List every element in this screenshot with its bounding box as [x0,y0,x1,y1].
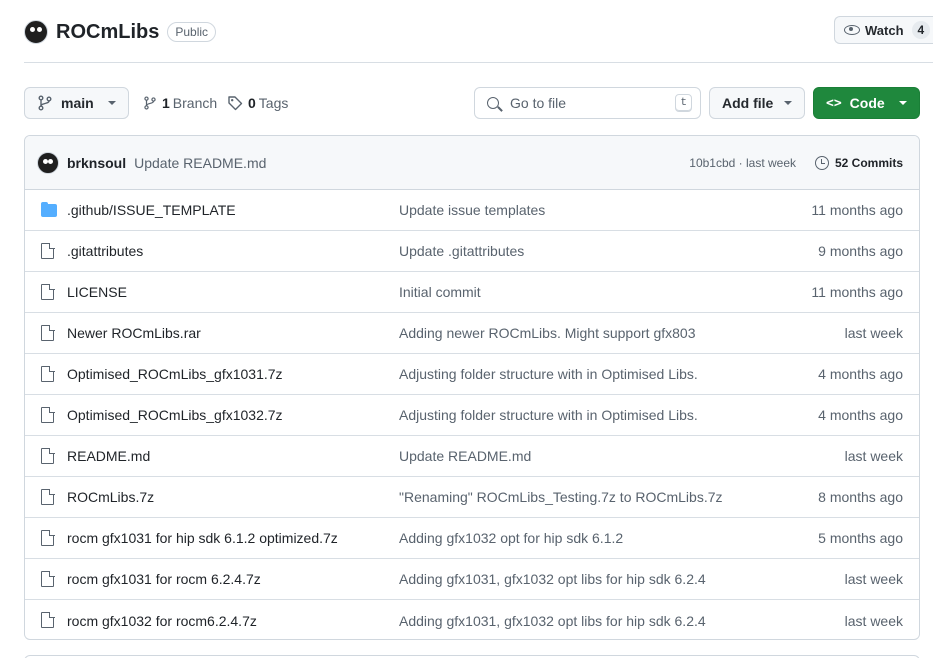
tags-link[interactable]: 0 Tags [227,87,288,119]
latest-commit-bar: brknsoul Update README.md 10b1cbd · last… [25,136,919,190]
file-row[interactable]: .gitattributes Update .gitattributes 9 mon… [25,231,919,272]
commit-author[interactable]: brknsoul [67,155,126,171]
file-row[interactable]: Newer ROCmLibs.rar Adding newer ROCmLibs.… [25,313,919,354]
file-icon [41,529,55,546]
file-icon [41,283,55,300]
header-divider [24,62,933,63]
file-name-link[interactable]: rocm gfx1032 for rocm6.2.4.7z [67,613,257,629]
visibility-badge: Public [167,22,217,42]
file-rows: .github/ISSUE_TEMPLATE Update issue templ… [25,190,919,639]
file-commit-message[interactable]: Adjusting folder structure with in Optim… [399,407,698,423]
file-commit-message[interactable]: Update README.md [399,448,531,464]
file-commit-time: 11 months ago [811,202,903,218]
file-commit-message[interactable]: Adding newer ROCmLibs. Might support gfx… [399,325,695,341]
tag-icon [228,96,243,111]
file-commit-time: 4 months ago [818,366,903,382]
file-commit-message[interactable]: "Renaming" ROCmLibs_Testing.7z to ROCmLi… [399,489,723,505]
branch-name: main [61,95,94,111]
file-row[interactable]: LICENSE Initial commit 11 months ago [25,272,919,313]
file-name-link[interactable]: ROCmLibs.7z [67,489,154,505]
file-row[interactable]: Optimised_ROCmLibs_gfx1032.7z Adjusting f… [25,395,919,436]
branch-selector-button[interactable]: main [24,87,129,119]
file-row[interactable]: Optimised_ROCmLibs_gfx1031.7z Adjusting f… [25,354,919,395]
file-commit-message[interactable]: Update issue templates [399,202,545,218]
code-button[interactable]: <> Code [813,87,920,119]
file-row[interactable]: rocm gfx1032 for rocm6.2.4.7z Adding gfx1… [25,600,919,639]
branches-count: 1 [162,95,170,111]
file-icon [41,324,55,341]
file-commit-time: last week [844,325,903,341]
commits-history-link[interactable]: 52 Commits [814,155,903,170]
watch-label: Watch [865,22,904,38]
file-commit-message[interactable]: Adding gfx1032 opt for hip sdk 6.1.2 [399,530,623,546]
file-icon [41,447,55,464]
chevron-down-icon [899,101,907,105]
file-name-link[interactable]: Optimised_ROCmLibs_gfx1032.7z [67,407,283,423]
keyboard-shortcut-hint: t [675,94,692,112]
file-listing: brknsoul Update README.md 10b1cbd · last… [24,135,920,640]
file-name-link[interactable]: .github/ISSUE_TEMPLATE [67,202,236,218]
commits-label: 52 Commits [834,155,903,170]
add-file-label: Add file [722,95,774,111]
file-icon [41,242,55,259]
file-commit-time: 9 months ago [818,243,903,259]
code-label: Code [849,95,885,111]
repo-name[interactable]: ROCmLibs [56,21,159,44]
file-commit-time: last week [844,612,903,629]
file-name-link[interactable]: Newer ROCmLibs.rar [67,325,201,341]
branches-label: Branch [172,95,218,111]
file-icon [41,365,55,382]
file-row[interactable]: rocm gfx1031 for hip sdk 6.1.2 optimized… [25,518,919,559]
file-commit-message[interactable]: Initial commit [399,284,481,300]
file-commit-message[interactable]: Update .gitattributes [399,243,524,259]
go-to-file-search[interactable]: t [474,87,701,119]
file-commit-message[interactable]: Adding gfx1031, gfx1032 opt libs for hip… [399,571,706,587]
file-row[interactable]: ROCmLibs.7z "Renaming" ROCmLibs_Testing.7… [25,477,919,518]
file-row[interactable]: .github/ISSUE_TEMPLATE Update issue templ… [25,190,919,231]
file-row[interactable]: rocm gfx1031 for rocm 6.2.4.7z Adding gfx… [25,559,919,600]
repo-header: ROCmLibs Public [24,16,217,48]
file-commit-time: 4 months ago [818,407,903,423]
file-name-link[interactable]: .gitattributes [67,243,143,259]
file-icon [41,406,55,423]
file-commit-time: 8 months ago [818,489,903,505]
tags-label: Tags [258,95,289,111]
commit-message[interactable]: Update README.md [134,155,266,171]
tags-count: 0 [248,95,256,111]
file-row[interactable]: README.md Update README.md last week [25,436,919,477]
git-branch-icon [144,96,156,110]
file-name-link[interactable]: rocm gfx1031 for rocm 6.2.4.7z [67,571,261,587]
owner-avatar[interactable] [24,20,48,44]
go-to-file-input[interactable] [510,95,670,111]
chevron-down-icon [108,101,116,105]
git-branch-icon [38,95,52,111]
watch-count: 4 [911,21,931,39]
commit-author-avatar[interactable] [37,151,59,174]
file-name-link[interactable]: README.md [67,448,150,464]
file-icon [41,570,55,587]
search-icon [487,97,499,109]
commit-hash-time[interactable]: 10b1cbd · last week [689,156,796,170]
clock-history-icon [814,155,829,170]
file-icon [41,611,55,628]
branches-link[interactable]: 1 Branch [143,87,217,119]
file-name-link[interactable]: rocm gfx1031 for hip sdk 6.1.2 optimized… [67,530,338,546]
folder-icon [41,202,57,217]
file-icon [41,488,55,505]
file-commit-time: last week [844,571,903,587]
add-file-button[interactable]: Add file [709,87,805,119]
file-commit-message[interactable]: Adjusting folder structure with in Optim… [399,366,698,382]
eye-icon [844,25,860,35]
file-name-link[interactable]: Optimised_ROCmLibs_gfx1031.7z [67,366,283,382]
chevron-down-icon [784,101,792,105]
file-commit-time: 5 months ago [818,530,903,546]
code-icon: <> [826,95,842,111]
watch-button[interactable]: Watch 4 [834,16,933,44]
file-name-link[interactable]: LICENSE [67,284,127,300]
file-commit-time: last week [844,448,903,464]
file-commit-message[interactable]: Adding gfx1031, gfx1032 opt libs for hip… [399,613,706,629]
file-commit-time: 11 months ago [811,284,903,300]
